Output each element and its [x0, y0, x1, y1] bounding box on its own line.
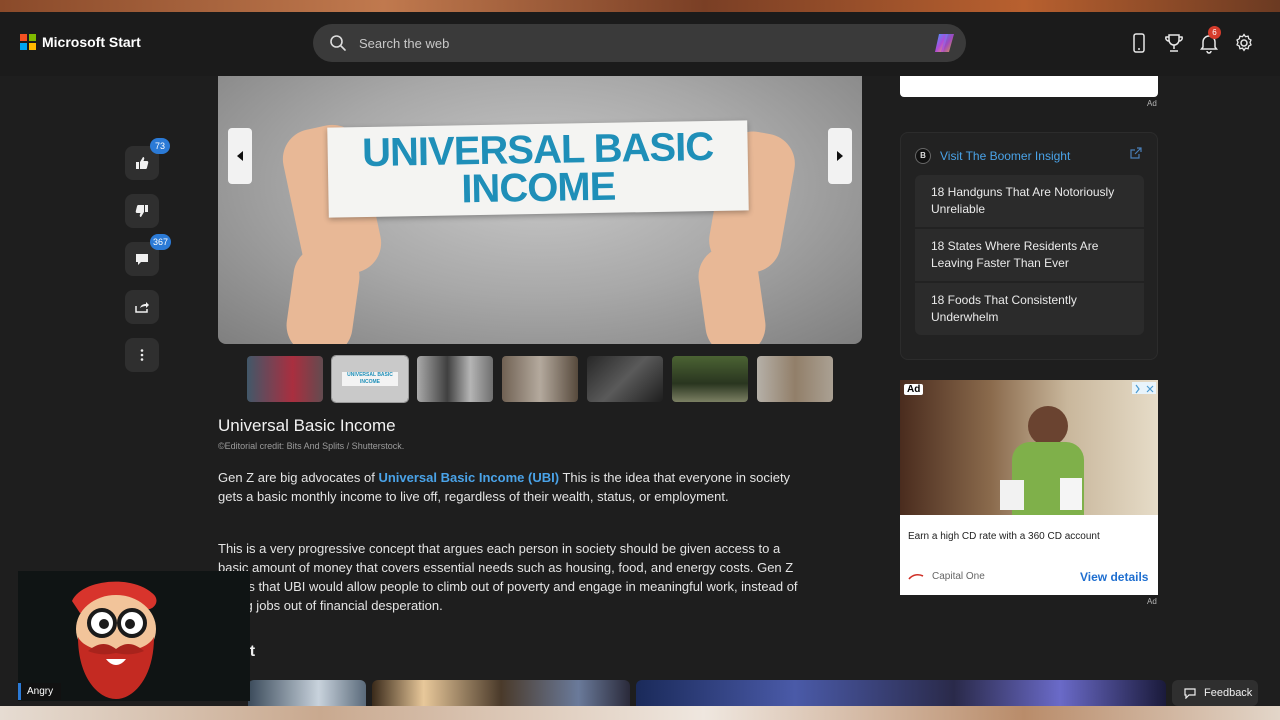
close-icon: [1135, 384, 1154, 394]
ad-shopping-bag: [1000, 480, 1024, 510]
view-details-button[interactable]: View details: [1080, 570, 1148, 584]
video-frame-top: [0, 0, 1280, 12]
more-icon: [140, 349, 144, 361]
chevron-left-icon: [237, 151, 243, 161]
notifications-button[interactable]: 6: [1198, 26, 1221, 54]
phone-icon[interactable]: [1128, 32, 1150, 54]
external-link-icon[interactable]: [1129, 146, 1143, 160]
ad-badge: Ad: [904, 384, 924, 395]
feedback-button[interactable]: Feedback: [1172, 680, 1258, 706]
search-bar[interactable]: [313, 24, 966, 62]
thumbnail-2[interactable]: UNIVERSAL BASIC INCOME: [331, 355, 409, 403]
capital-one-logo-icon: [908, 573, 924, 580]
publisher-article[interactable]: 18 Foods That Consistently Underwhelm: [915, 283, 1144, 335]
publisher-article[interactable]: 18 Handguns That Are Notoriously Unrelia…: [915, 175, 1144, 227]
paragraph-1-intro: Gen Z are big advocates of: [218, 470, 379, 485]
like-button[interactable]: 73: [125, 138, 170, 180]
ubi-link[interactable]: Universal Basic Income (UBI): [378, 470, 559, 485]
publisher-article-list: 18 Handguns That Are Notoriously Unrelia…: [915, 175, 1144, 337]
previous-slide-button[interactable]: [228, 128, 252, 184]
emotion-label: Angry: [18, 683, 62, 700]
ad-image: Ad: [900, 380, 1158, 515]
share-icon: [135, 302, 149, 313]
thumbnail-7[interactable]: [757, 356, 833, 402]
search-input[interactable]: [359, 24, 919, 62]
related-card-1[interactable]: [248, 680, 366, 706]
like-count: 73: [150, 138, 170, 154]
thumbnail-4[interactable]: [502, 356, 578, 402]
top-header: Microsoft Start Search the web 6: [0, 12, 1280, 76]
capital-one-ad[interactable]: Ad Earn a high CD rate with a 360 CD acc…: [900, 380, 1158, 595]
copilot-icon[interactable]: [933, 31, 957, 55]
streamer-avatar-overlay: [18, 571, 250, 701]
thumbnail-6[interactable]: [672, 356, 748, 402]
thumbnail-sign-text: UNIVERSAL BASIC INCOME: [342, 372, 398, 386]
publisher-header[interactable]: B Visit The Boomer Insight: [915, 148, 1070, 164]
ad-shopping-bag: [1060, 478, 1082, 510]
slide-title: Universal Basic Income: [218, 416, 396, 435]
publisher-link[interactable]: Visit The Boomer Insight: [940, 149, 1070, 163]
dislike-button[interactable]: [125, 194, 159, 228]
ad-brand-name: Capital One: [932, 571, 985, 582]
next-slide-button[interactable]: [828, 128, 852, 184]
search-icon: [330, 35, 346, 51]
publisher-logo-icon: B: [915, 148, 931, 164]
paragraph-2: This is a very progressive concept that …: [218, 541, 798, 613]
adchoices-icon[interactable]: [1132, 382, 1156, 394]
gear-icon[interactable]: [1233, 32, 1255, 54]
related-card-2[interactable]: [372, 680, 630, 706]
feedback-icon: [1184, 688, 1196, 699]
ad-advertiser: Capital One: [908, 571, 985, 582]
microsoft-logo-icon: [20, 34, 36, 50]
slideshow-image: UNIVERSAL BASIC INCOME: [218, 76, 862, 344]
image-credit: ©Editorial credit: Bits And Splits / Shu…: [218, 441, 405, 451]
header-actions: 6: [1128, 26, 1255, 54]
more-button[interactable]: [125, 338, 159, 372]
brand-name: Microsoft Start: [42, 34, 141, 50]
brand[interactable]: Microsoft Start: [20, 34, 141, 50]
thumbnail-5[interactable]: [587, 356, 663, 402]
video-frame-bottom: [0, 706, 1280, 720]
ad-person-head: [1028, 406, 1068, 446]
related-card-3[interactable]: [636, 680, 1166, 706]
thumbs-up-icon: [136, 157, 149, 169]
comments-button[interactable]: 367: [125, 234, 172, 276]
paragraph-1: Gen Z are big advocates of Universal Bas…: [218, 468, 808, 506]
comment-icon: [136, 254, 148, 265]
publisher-article[interactable]: 18 States Where Residents Are Leaving Fa…: [915, 229, 1144, 281]
thumbnail-1[interactable]: [247, 356, 323, 402]
left-arm-graphic: [282, 241, 364, 344]
publisher-card: B Visit The Boomer Insight 18 Handguns T…: [900, 132, 1158, 360]
ad-copy: Earn a high CD rate with a 360 CD accoun…: [908, 531, 1100, 542]
ubi-sign: UNIVERSAL BASIC INCOME: [327, 120, 749, 218]
ad-label-1: Ad: [1147, 99, 1157, 108]
share-button[interactable]: [125, 290, 159, 324]
trophy-icon[interactable]: [1163, 32, 1185, 54]
related-cards: [248, 680, 1166, 706]
ad-label-2: Ad: [1147, 597, 1157, 606]
top-ad-slot[interactable]: [900, 76, 1158, 97]
feedback-label: Feedback: [1204, 687, 1253, 699]
thumbnail-3[interactable]: [417, 356, 493, 402]
chevron-right-icon: [837, 151, 843, 161]
sign-line-2: INCOME: [460, 164, 616, 212]
cartoon-avatar-icon: [72, 581, 157, 699]
comment-count: 367: [150, 234, 172, 250]
thumbs-down-icon: [135, 205, 148, 217]
notification-badge: 6: [1208, 26, 1221, 39]
slideshow-thumbnails: UNIVERSAL BASIC INCOME: [247, 355, 833, 403]
